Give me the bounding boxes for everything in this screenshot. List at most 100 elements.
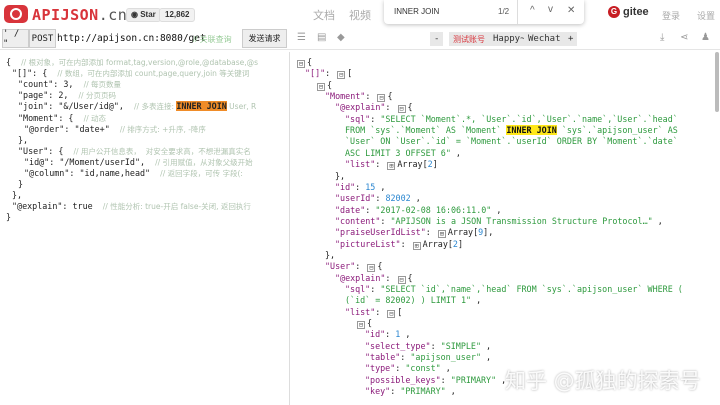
json-number: 82002 — [385, 193, 411, 204]
json-punct: ], — [483, 227, 494, 238]
code-line: "list": ⊞ Array[2] — [345, 159, 438, 171]
apijson-logo-icon[interactable] — [4, 5, 28, 23]
json-punct: , — [652, 215, 663, 226]
code-line: "sql": "SELECT `id`,`name`,`head` FROM `… — [345, 284, 683, 295]
json-punct: Array[ — [447, 227, 479, 238]
code-comment: User, R — [226, 102, 257, 112]
collapse-toggle-icon[interactable]: ⊟ — [367, 264, 376, 273]
json-punct: , — [440, 363, 451, 374]
json-key: "@order" — [24, 123, 65, 134]
json-punct: : — [385, 329, 396, 340]
code-line: "[]": { // 数组，可在内部添加 count,page,query,jo… — [12, 68, 249, 79]
collapse-toggle-icon[interactable]: ⊟ — [397, 275, 406, 284]
brand-suffix: .cn — [98, 6, 128, 24]
json-string: "&/User/id@" — [58, 101, 119, 112]
collapse-toggle-icon[interactable]: ⊞ — [387, 162, 396, 171]
json-key: "list" — [345, 306, 376, 317]
code-line: "select_type": "SIMPLE" , — [365, 341, 491, 352]
url-comment: // 关联查询 — [193, 35, 232, 44]
collapse-toggle-icon[interactable]: ⊟ — [397, 105, 406, 114]
method-button[interactable]: POST — [29, 29, 56, 48]
list-icon[interactable]: ☰ — [297, 32, 306, 43]
code-line: "Moment": { // 动态 — [18, 113, 106, 124]
find-divider — [517, 0, 518, 24]
code-line: "content": "APIJSON is a JSON Transmissi… — [335, 216, 663, 227]
find-next-button[interactable]: v — [548, 4, 553, 15]
json-key: "userId" — [335, 193, 376, 204]
code-line: "id@": "/Moment/userId", // 引用赋值，从对象父级开始 — [24, 157, 253, 168]
share-icon[interactable]: ⋖ — [680, 32, 688, 43]
settings-link[interactable]: 设置 — [697, 9, 715, 22]
json-punct: : — [375, 193, 386, 204]
json-punct — [150, 168, 160, 178]
brand-name: APIJSON — [32, 6, 99, 24]
collapse-toggle-icon[interactable]: ⊟ — [387, 309, 396, 318]
star-label: Star — [140, 10, 156, 19]
collapse-toggle-icon[interactable]: ⊟ — [317, 82, 325, 91]
json-string: "SELECT `Moment`.*, `User`.`id`,`User`.`… — [380, 113, 678, 124]
collapse-toggle-icon[interactable]: ⊞ — [412, 241, 421, 250]
code-line: `User` ON `User`.`id` = `Moment`.`userId… — [345, 136, 678, 147]
code-line: "@column": "id,name,head" // 返回字段，可传 字段(… — [24, 168, 243, 179]
json-string: (`id` = 82002) ) LIMIT 1" — [345, 295, 472, 306]
collapse-toggle-icon[interactable]: ⊟ — [357, 321, 365, 330]
json-punct — [110, 124, 120, 134]
layers-icon[interactable]: ◆ — [337, 32, 345, 43]
star-count[interactable]: 12,862 — [159, 8, 196, 22]
json-punct: { — [367, 318, 373, 329]
json-key: "sql" — [345, 284, 371, 294]
find-match-count: 1/2 — [498, 7, 510, 16]
json-punct: : { — [32, 68, 58, 79]
nav-video[interactable]: 视频 — [349, 7, 371, 23]
json-string: "/Moment/userId" — [59, 156, 140, 167]
save-icon[interactable]: ▤ — [317, 32, 326, 43]
send-request-button[interactable]: 发送请求 — [242, 29, 287, 48]
code-line: ASC LIMIT 3 OFFSET 6" , — [345, 148, 461, 159]
request-editor[interactable]: { // 根对象，可在内部添加 format,tag,version,@role… — [0, 52, 290, 405]
json-key: "page" — [18, 90, 49, 101]
account-label[interactable]: 测试账号 — [449, 32, 489, 46]
json-punct: , — [471, 295, 482, 306]
json-punct: , — [480, 352, 492, 363]
github-star-button[interactable]: ◉ Star — [126, 8, 161, 22]
url-input[interactable]: http://apijson.cn:8080/get — [57, 33, 206, 44]
account-plus-button[interactable]: + — [564, 32, 578, 46]
nav-docs[interactable]: 文档 — [313, 7, 335, 23]
response-viewer[interactable]: ⊟{"[]": ⊟[⊟{"Moment": ⊟{"@explain": ⊟{"s… — [291, 52, 720, 405]
json-key: "list" — [345, 159, 376, 170]
login-link[interactable]: 登录 — [662, 9, 680, 22]
quote-toggle-button[interactable]: ' / " — [2, 29, 29, 49]
json-punct: , — [410, 193, 421, 204]
collapse-toggle-icon[interactable]: ⊞ — [437, 230, 446, 239]
code-comment: // 引用赋值，从对象父级开始 — [155, 157, 253, 167]
code-line: }, — [325, 250, 335, 261]
brand-title[interactable]: APIJSON.cn — [32, 6, 127, 24]
json-punct: , — [491, 204, 502, 215]
collapse-toggle-icon[interactable]: ⊟ — [377, 94, 386, 103]
json-punct: Array[ — [422, 238, 453, 249]
code-line: "pictureList": ⊞ Array[2] — [335, 239, 463, 250]
theme-icon[interactable]: ♟ — [701, 32, 710, 43]
find-close-button[interactable]: ✕ — [567, 5, 575, 16]
json-punct: : — [400, 238, 411, 249]
json-punct: , — [400, 329, 411, 340]
gitee-link[interactable]: Ggitee — [608, 6, 649, 18]
response-scrollbar[interactable] — [715, 52, 719, 112]
find-prev-button[interactable]: ^ — [530, 5, 535, 16]
json-key: "[]" — [12, 68, 33, 79]
json-key: "@explain" — [12, 201, 63, 212]
json-punct: { — [307, 57, 313, 67]
account-type[interactable]: Wechat — [524, 32, 565, 46]
collapse-toggle-icon[interactable]: ⊟ — [337, 71, 346, 80]
code-comment: // 动态 — [83, 113, 107, 123]
account-minus-button[interactable]: - — [430, 32, 444, 46]
json-punct: : — [385, 272, 396, 283]
json-key: "id" — [365, 329, 386, 340]
download-icon[interactable]: ⤓ — [660, 32, 664, 43]
json-punct: : — [380, 215, 391, 226]
find-input[interactable]: INNER JOIN — [394, 7, 439, 16]
collapse-toggle-icon[interactable]: ⊟ — [297, 60, 305, 68]
json-key: "Moment" — [325, 91, 366, 102]
code-line: "key": "PRIMARY" , — [365, 386, 456, 397]
json-key: "id" — [335, 181, 356, 192]
